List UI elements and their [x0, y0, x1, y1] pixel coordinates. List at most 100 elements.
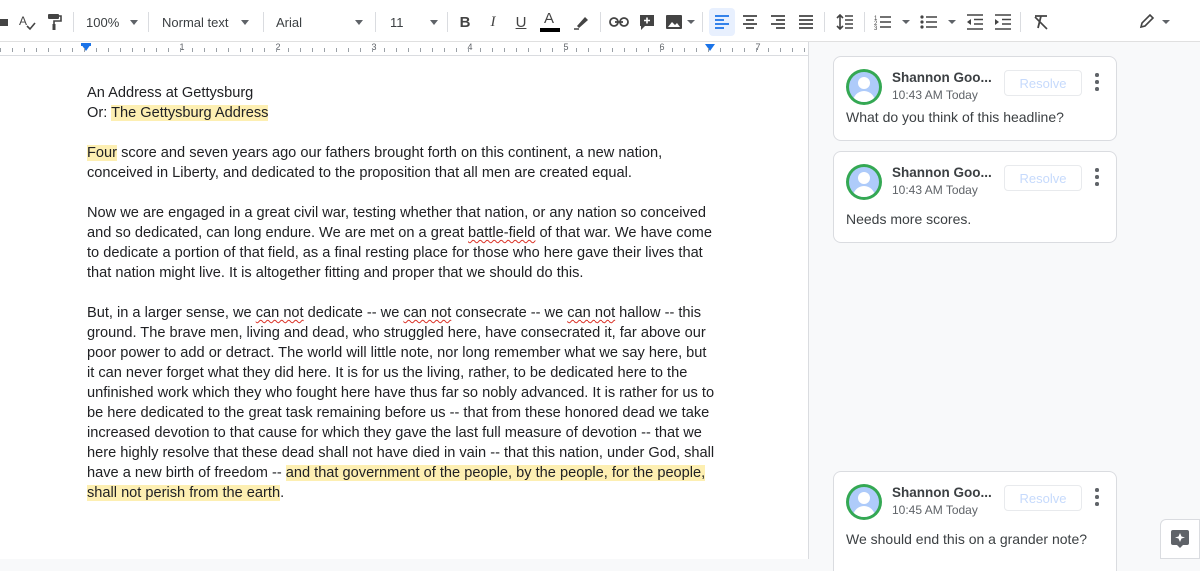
ruler-tick — [0, 48, 1, 52]
paragraph-text: dedicate -- we — [303, 305, 404, 321]
ruler-tick — [204, 48, 205, 52]
numbered-list-icon[interactable]: 123 — [872, 8, 912, 36]
ruler-tick — [456, 48, 457, 52]
paragraph: Four score and seven years ago our fathe… — [87, 143, 717, 183]
spellcheck-icon[interactable]: A — [14, 8, 40, 36]
text-color-icon[interactable]: A — [538, 8, 562, 36]
document-body[interactable]: An Address at Gettysburg Or: The Gettysb… — [87, 83, 717, 523]
ruler-tick — [792, 48, 793, 52]
bulleted-list-icon[interactable] — [918, 8, 958, 36]
italic-icon[interactable]: I — [481, 8, 505, 36]
ruler-tick — [612, 48, 613, 52]
ruler-tick — [180, 48, 181, 52]
ruler[interactable]: 1 2 3 4 5 6 7 — [0, 42, 808, 56]
justify-icon[interactable] — [793, 8, 819, 36]
spelling-suggestion[interactable]: can not — [567, 305, 615, 321]
svg-text:3: 3 — [874, 26, 878, 30]
ruler-tick — [312, 48, 313, 52]
more-options-icon[interactable] — [1090, 167, 1104, 189]
comment-card[interactable]: Shannon Goo... 10:43 AM Today Resolve Ne… — [833, 151, 1117, 243]
ruler-tick — [264, 48, 265, 52]
ruler-tick — [60, 48, 61, 52]
spelling-suggestion[interactable]: can not — [256, 305, 304, 321]
zoom-value: 100% — [86, 14, 120, 30]
ruler-tick — [576, 48, 577, 52]
subtitle-line: Or: The Gettysburg Address — [87, 103, 717, 123]
paragraph-text: hallow -- this ground. The brave men, li… — [87, 305, 715, 481]
ruler-tick — [504, 48, 505, 52]
toolbar: A 100% Normal text Arial 11 B I U A 1 2 … — [0, 0, 1200, 42]
ruler-tick — [228, 48, 229, 52]
resolve-button[interactable]: Resolve — [1004, 485, 1082, 511]
avatar — [846, 164, 882, 200]
explore-icon — [1171, 530, 1189, 548]
paragraph-style-select[interactable]: Normal text — [162, 8, 249, 36]
zoom-select[interactable]: 100% — [86, 8, 138, 36]
ruler-tick — [96, 48, 97, 52]
paint-format-icon[interactable] — [42, 8, 66, 36]
ruler-tick — [168, 48, 169, 52]
align-left-icon[interactable] — [709, 8, 735, 36]
more-options-icon[interactable] — [1090, 72, 1104, 94]
explore-button[interactable] — [1160, 519, 1200, 559]
ruler-tick — [144, 48, 145, 52]
align-center-icon[interactable] — [737, 8, 763, 36]
ruler-tick — [48, 48, 49, 52]
commented-text[interactable]: Four — [87, 145, 118, 161]
underline-icon[interactable]: U — [509, 8, 533, 36]
decrease-indent-icon[interactable] — [962, 8, 988, 36]
svg-text:A: A — [19, 14, 27, 28]
ruler-tick — [552, 48, 553, 52]
ruler-tick — [396, 48, 397, 52]
page-edge — [808, 42, 809, 559]
ruler-tick — [588, 48, 589, 52]
highlight-color-icon[interactable] — [569, 8, 593, 36]
ruler-tick — [540, 48, 541, 52]
align-right-icon[interactable] — [765, 8, 791, 36]
bold-icon[interactable]: B — [453, 8, 477, 36]
ruler-tick — [276, 48, 277, 52]
link-icon[interactable] — [606, 8, 632, 36]
add-comment-icon[interactable] — [634, 8, 660, 36]
comment-text: Needs more scores. — [846, 211, 972, 227]
comment-card[interactable]: Shannon Goo... 10:43 AM Today Resolve Wh… — [833, 56, 1117, 141]
chevron-down-icon — [430, 20, 438, 25]
font-size-select[interactable]: 11 — [390, 8, 438, 36]
ruler-tick — [804, 48, 805, 52]
spelling-suggestion[interactable]: battle-field — [468, 225, 535, 241]
font-select[interactable]: Arial — [276, 8, 363, 36]
insert-image-icon[interactable] — [662, 8, 698, 36]
ruler-tick — [108, 48, 109, 52]
ruler-tick — [24, 48, 25, 52]
resolve-button[interactable]: Resolve — [1004, 70, 1082, 96]
ruler-tick — [360, 48, 361, 52]
ruler-tick — [756, 48, 757, 52]
more-options-icon[interactable] — [1090, 487, 1104, 509]
ruler-tick — [660, 48, 661, 52]
print-icon[interactable] — [0, 8, 8, 36]
line-spacing-icon[interactable] — [832, 8, 858, 36]
ruler-tick — [600, 48, 601, 52]
comment-card[interactable]: Shannon Goo... 10:45 AM Today Resolve We… — [833, 471, 1117, 571]
ruler-tick — [720, 48, 721, 52]
ruler-tick — [732, 48, 733, 52]
left-indent-marker[interactable] — [81, 44, 91, 51]
font-value: Arial — [276, 14, 303, 30]
right-indent-marker[interactable] — [705, 44, 715, 51]
pencil-icon[interactable] — [1136, 8, 1172, 36]
ruler-tick — [336, 48, 337, 52]
comment-text: What do you think of this headline? — [846, 109, 1064, 125]
comment-author: Shannon Goo... — [892, 485, 992, 500]
ruler-tick — [384, 48, 385, 52]
spelling-suggestion[interactable]: can not — [403, 305, 451, 321]
resolve-button[interactable]: Resolve — [1004, 165, 1082, 191]
clear-formatting-icon[interactable] — [1028, 8, 1054, 36]
ruler-tick — [324, 48, 325, 52]
document-page[interactable]: An Address at Gettysburg Or: The Gettysb… — [0, 56, 808, 559]
ruler-tick — [696, 48, 697, 52]
ruler-tick — [408, 48, 409, 52]
commented-text[interactable]: The Gettysburg Address — [111, 105, 269, 121]
ruler-tick — [12, 48, 13, 52]
increase-indent-icon[interactable] — [990, 8, 1016, 36]
ruler-tick — [216, 48, 217, 52]
